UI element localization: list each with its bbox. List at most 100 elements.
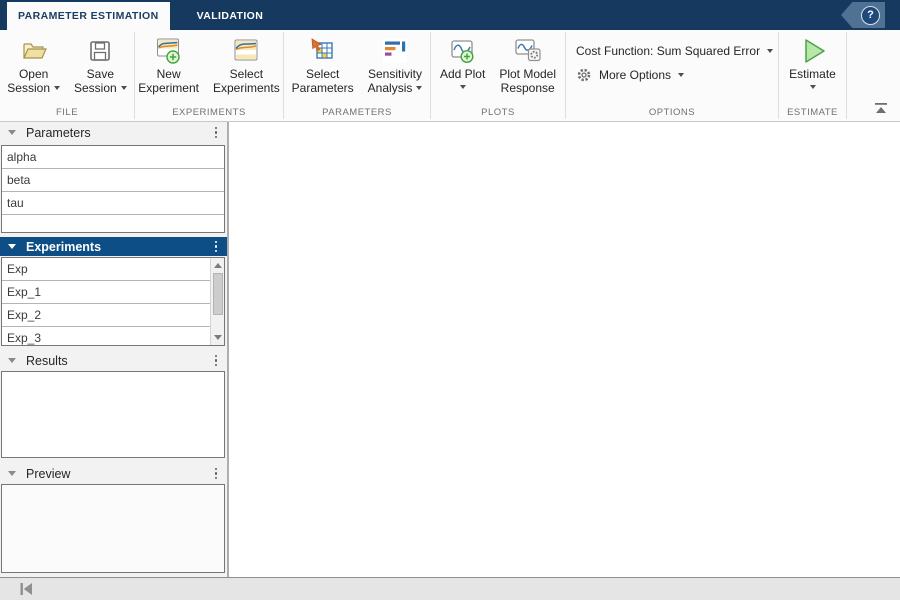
collapse-triangle-icon[interactable] <box>8 358 16 363</box>
collapse-triangle-icon[interactable] <box>8 130 16 135</box>
parameters-panel-title: Parameters <box>26 126 211 140</box>
section-label-parameters: PARAMETERS <box>284 107 430 118</box>
estimate-button[interactable]: Estimate <box>782 35 843 89</box>
open-session-label1: Open <box>19 67 48 81</box>
add-plot-dropdown-arrow[interactable] <box>460 85 466 89</box>
sensitivity-analysis-icon <box>380 35 410 67</box>
dropdown-arrow-icon <box>767 49 773 53</box>
new-experiment-label2: Experiment <box>138 81 199 95</box>
dropdown-arrow-icon <box>678 73 684 77</box>
add-plot-label: Add Plot <box>440 67 485 81</box>
save-session-button[interactable]: Save Session <box>67 35 134 95</box>
parameters-list: alpha beta tau <box>1 145 225 233</box>
select-parameters-icon <box>308 35 338 67</box>
section-plots: Add Plot Plot Model Response <box>431 30 565 121</box>
select-experiments-label2: Experiments <box>213 81 280 95</box>
collapse-triangle-icon[interactable] <box>8 471 16 476</box>
save-disk-icon <box>85 35 115 67</box>
section-parameters: Select Parameters Sensitivity <box>284 30 430 121</box>
preview-panel-header[interactable]: Preview <box>0 464 227 483</box>
document-area <box>229 122 900 577</box>
tab-validation[interactable]: VALIDATION <box>170 2 291 30</box>
experiments-list: Exp Exp_1 Exp_2 Exp_3 <box>1 257 225 346</box>
scroll-down-arrow[interactable] <box>211 331 224 344</box>
section-label-experiments: EXPERIMENTS <box>135 107 283 118</box>
parameters-panel-header[interactable]: Parameters <box>0 123 227 142</box>
open-session-button[interactable]: Open Session <box>0 35 67 95</box>
cost-function-label: Cost Function: Sum Squared Error <box>576 44 760 58</box>
experiments-panel-title: Experiments <box>26 240 211 254</box>
list-item[interactable]: Exp <box>2 258 224 281</box>
sensitivity-analysis-label2: Analysis <box>368 81 413 95</box>
select-experiments-icon <box>231 35 261 67</box>
list-item[interactable]: alpha <box>2 146 224 169</box>
list-item[interactable]: beta <box>2 169 224 192</box>
select-parameters-label1: Select <box>306 67 339 81</box>
scrollbar-thumb[interactable] <box>213 273 223 315</box>
sensitivity-analysis-label1: Sensitivity <box>368 67 422 81</box>
more-options-button[interactable]: More Options <box>576 67 778 83</box>
experiments-scrollbar[interactable] <box>210 258 224 345</box>
status-bar <box>0 577 900 600</box>
parameter-estimation-app: PARAMETER ESTIMATION VALIDATION ? Open S… <box>0 0 900 600</box>
parameters-menu-button[interactable] <box>211 125 222 141</box>
dropdown-arrow-icon <box>54 86 60 90</box>
collapse-up-icon <box>874 102 888 114</box>
section-experiments: New Experiment Select Experim <box>135 30 283 121</box>
sensitivity-analysis-button[interactable]: Sensitivity Analysis <box>361 35 430 95</box>
estimate-label: Estimate <box>789 67 836 81</box>
plot-model-response-button[interactable]: Plot Model Response <box>492 35 563 95</box>
open-session-label2: Session <box>7 81 50 95</box>
save-session-label2: Session <box>74 81 117 95</box>
select-parameters-label2: Parameters <box>292 81 354 95</box>
open-folder-icon <box>19 35 49 67</box>
cost-function-dropdown[interactable]: Cost Function: Sum Squared Error <box>576 44 778 58</box>
results-list[interactable] <box>1 371 225 458</box>
gear-icon <box>576 67 592 83</box>
list-item[interactable]: Exp_2 <box>2 304 224 327</box>
preview-menu-button[interactable] <box>211 466 222 482</box>
estimate-play-icon <box>798 35 828 67</box>
list-item[interactable]: Exp_3 <box>2 327 224 346</box>
select-experiments-label1: Select <box>230 67 263 81</box>
list-item-empty[interactable] <box>2 215 224 233</box>
section-label-plots: PLOTS <box>431 107 565 118</box>
collapse-triangle-icon[interactable] <box>8 244 16 249</box>
preview-panel-title: Preview <box>26 467 211 481</box>
help-button[interactable]: ? <box>861 6 880 25</box>
list-item[interactable]: Exp_1 <box>2 281 224 304</box>
tab-parameter-estimation[interactable]: PARAMETER ESTIMATION <box>7 2 170 30</box>
preview-box <box>1 484 225 573</box>
select-parameters-button[interactable]: Select Parameters <box>285 35 361 95</box>
plot-model-response-label2: Response <box>501 81 555 95</box>
scroll-up-arrow[interactable] <box>211 259 224 272</box>
skip-to-start-icon <box>18 582 34 596</box>
section-options: Cost Function: Sum Squared Error More Op… <box>566 30 778 121</box>
toolstrip-tab-bar: PARAMETER ESTIMATION VALIDATION ? <box>0 0 900 30</box>
toolbar-separator <box>846 32 847 119</box>
dropdown-arrow-icon <box>121 86 127 90</box>
results-menu-button[interactable] <box>211 353 222 369</box>
dropdown-arrow-icon <box>416 86 422 90</box>
minimize-toolstrip-button[interactable] <box>872 101 890 115</box>
section-label-estimate: ESTIMATE <box>779 107 846 118</box>
new-experiment-button[interactable]: New Experiment <box>131 35 206 95</box>
plot-model-response-label1: Plot Model <box>499 67 556 81</box>
experiments-menu-button[interactable] <box>211 239 222 255</box>
section-file: Open Session Save Session FILE <box>0 30 134 121</box>
list-item[interactable]: tau <box>2 192 224 215</box>
add-plot-button[interactable]: Add Plot <box>433 35 492 89</box>
save-session-label1: Save <box>87 67 114 81</box>
results-panel-title: Results <box>26 354 211 368</box>
results-panel-header[interactable]: Results <box>0 351 227 370</box>
section-label-options: OPTIONS <box>566 107 778 118</box>
collapse-panel-button[interactable] <box>18 582 34 600</box>
browser-panel: Parameters alpha beta tau Experiments Ex… <box>0 122 227 577</box>
experiments-panel-header[interactable]: Experiments <box>0 237 227 256</box>
section-label-file: FILE <box>0 107 134 118</box>
new-experiment-icon <box>154 35 184 67</box>
select-experiments-button[interactable]: Select Experiments <box>206 35 287 95</box>
toolstrip: Open Session Save Session FILE <box>0 30 900 122</box>
more-options-label: More Options <box>599 68 671 82</box>
estimate-dropdown-arrow[interactable] <box>810 85 816 89</box>
